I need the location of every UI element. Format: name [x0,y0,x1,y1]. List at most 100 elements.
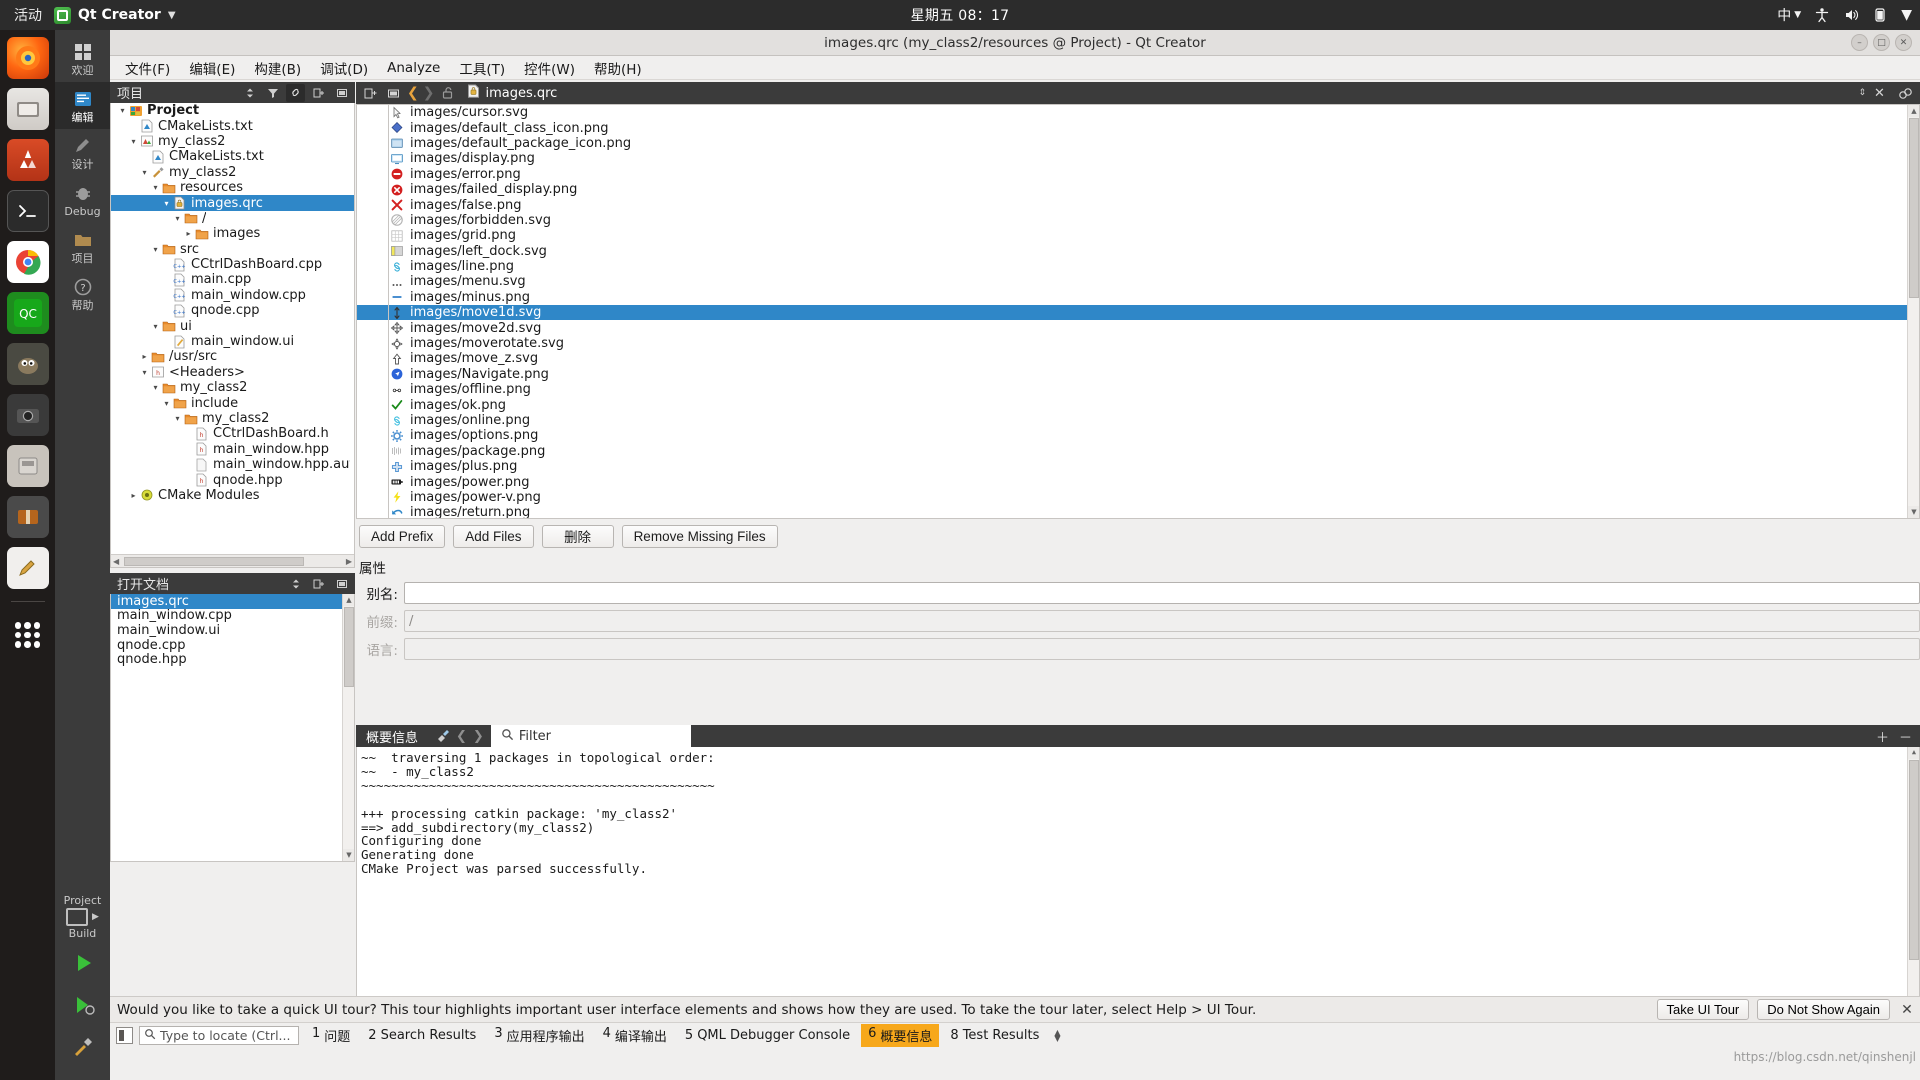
open-document-item[interactable]: images.qrc [111,594,354,609]
output-prev-icon[interactable]: ❮ [456,729,467,744]
dock-item-show-applications[interactable] [7,614,49,656]
close-button[interactable]: ✕ [1895,34,1912,51]
menu-build[interactable]: 构建(B) [245,56,310,80]
locator-input[interactable]: Type to locate (Ctrl... [139,1026,299,1045]
new-split-icon[interactable] [361,84,380,102]
accessibility-icon[interactable] [1814,7,1830,23]
tree-expander-icon[interactable]: ▸ [183,229,194,238]
resource-file-row[interactable]: images/ok.png [357,397,1919,413]
project-tree-item[interactable]: h main_window.hpp [111,442,354,457]
mode-help[interactable]: ? 帮助 [55,270,110,317]
project-tree-hscrollbar[interactable]: ◀ ▶ [111,554,354,567]
resource-file-row[interactable]: images/failed_display.png [357,182,1919,197]
close-pane-icon[interactable] [332,84,351,102]
dock-item-gimp[interactable] [6,343,49,385]
project-tree-item[interactable]: ▸ /usr/src [111,349,354,364]
project-tree-item[interactable]: C++ main_window.cpp [111,288,354,303]
tree-expander-icon[interactable]: ▾ [128,137,139,146]
project-tree-item[interactable]: CMakeLists.txt [111,118,354,134]
od-scroll-down-icon[interactable]: ▼ [343,849,354,861]
resource-file-row[interactable]: images/Navigate.png [357,367,1919,382]
project-tree-item[interactable]: ▸ images [111,226,354,241]
dock-item-files[interactable] [6,88,49,130]
resource-file-row[interactable]: images/menu.svg [357,274,1919,289]
resource-file-row[interactable]: ⚯ images/offline.png [357,382,1919,397]
status-bar-tab[interactable]: 4 编译输出 [596,1024,674,1047]
mode-design[interactable]: 设计 [55,129,110,176]
output-filter-field[interactable]: Filter [490,725,691,747]
project-tree-item[interactable]: main_window.ui [111,334,354,349]
filter-icon[interactable] [263,84,282,102]
resource-file-row[interactable]: images/power-v.png [357,490,1919,505]
tree-expander-icon[interactable]: ▾ [139,168,150,177]
dock-item-terminal[interactable] [6,190,49,232]
mode-welcome[interactable]: 欢迎 [55,35,110,82]
res-vscroll-thumb[interactable] [1909,118,1919,298]
zoom-out-icon[interactable]: － [1899,727,1912,746]
navigate-forward-icon[interactable]: ❯ [423,85,435,101]
open-documents-list[interactable]: images.qrc main_window.cpp main_window.ui q… [110,594,355,862]
minimize-button[interactable]: – [1851,34,1868,51]
do-not-show-again-button[interactable]: Do Not Show Again [1757,999,1890,1020]
navigate-back-icon[interactable]: ❮ [407,85,419,101]
debug-run-button[interactable] [65,988,101,1022]
resource-file-row[interactable]: images/default_package_icon.png [357,136,1919,151]
tree-expander-icon[interactable]: ▸ [139,352,150,361]
unlock-icon[interactable] [438,84,457,102]
resource-file-row[interactable]: images/display.png [357,151,1919,166]
output-pane-toggle-icon[interactable]: ▲ ▼ [1054,1028,1060,1042]
status-bar-tab[interactable]: 2 Search Results [361,1026,483,1045]
dock-item-camera[interactable] [6,394,49,436]
resource-file-row[interactable]: images/error.png [357,167,1919,182]
menu-tools[interactable]: 工具(T) [450,56,514,80]
project-tree-item[interactable]: ▾ my_class2 [111,380,354,395]
maximize-button[interactable]: □ [1873,34,1890,51]
status-bar-tab[interactable]: 5 QML Debugger Console [678,1026,857,1045]
close-document-icon[interactable]: ✕ [1870,84,1889,102]
tree-expander-icon[interactable]: ▸ [128,491,139,500]
resource-file-row[interactable]: images/move2d.svg [357,320,1919,336]
status-bar-tab[interactable]: 8 Test Results [943,1026,1046,1045]
resource-file-row[interactable]: images/line.png [357,259,1919,274]
dock-item-chrome[interactable] [6,241,49,283]
mode-edit[interactable]: 编辑 [55,82,110,129]
tree-expander-icon[interactable]: ▾ [150,322,161,331]
resource-file-row[interactable]: images/grid.png [357,228,1919,243]
resource-file-row[interactable]: images/minus.png [357,290,1919,305]
zoom-in-icon[interactable]: ＋ [1876,727,1889,746]
resource-file-row[interactable]: images/move_z.svg [357,351,1919,366]
add-prefix-button[interactable]: Add Prefix [359,524,446,548]
resource-file-row[interactable]: images/online.png [357,413,1919,428]
split-editor-icon[interactable] [1896,84,1915,102]
output-tab-general-messages[interactable]: 概要信息 [356,725,429,747]
resource-file-row[interactable]: images/options.png [357,428,1919,443]
resource-file-row[interactable]: images/forbidden.svg [357,213,1919,228]
resource-file-row[interactable]: images/cursor.svg [357,105,1919,120]
status-bar-tab[interactable]: 6 概要信息 [861,1024,940,1047]
toggle-sidebar-icon[interactable] [116,1027,133,1044]
dock-item-disks[interactable] [6,445,49,487]
take-ui-tour-button[interactable]: Take UI Tour [1656,999,1750,1020]
project-tree-item[interactable]: C++ main.cpp [111,272,354,287]
resource-file-row[interactable]: images/power.png [357,474,1919,490]
project-tree-item[interactable]: ▾ / [111,211,354,226]
project-tree-item[interactable]: C++ CCtrlDashBoard.cpp [111,257,354,272]
mode-projects[interactable]: 项目 [55,223,110,270]
resource-file-row[interactable]: images/package.png [357,444,1919,459]
tree-expander-icon[interactable]: ▾ [117,106,128,115]
pane-selector-icon[interactable] [240,84,259,102]
project-tree-item[interactable]: h CCtrlDashBoard.h [111,426,354,441]
open-document-item[interactable]: main_window.ui [111,623,354,638]
resource-file-row[interactable]: images/plus.png [357,459,1919,474]
resource-file-row[interactable]: images/default_class_icon.png [357,120,1919,136]
remove-missing-files-button[interactable]: Remove Missing Files [621,524,778,548]
project-tree-item[interactable]: ▾ h <Headers> [111,365,354,380]
add-files-button[interactable]: Add Files [453,524,534,548]
project-tree-item[interactable]: h qnode.hpp [111,472,354,488]
res-scroll-up-icon[interactable]: ▲ [1908,105,1919,117]
sync-with-editor-icon[interactable] [286,83,305,102]
tree-expander-icon[interactable]: ▾ [150,383,161,392]
project-tree-item[interactable]: ▾ ui [111,318,354,334]
tree-expander-icon[interactable]: ▾ [150,245,161,254]
open-document-item[interactable]: main_window.cpp [111,608,354,623]
